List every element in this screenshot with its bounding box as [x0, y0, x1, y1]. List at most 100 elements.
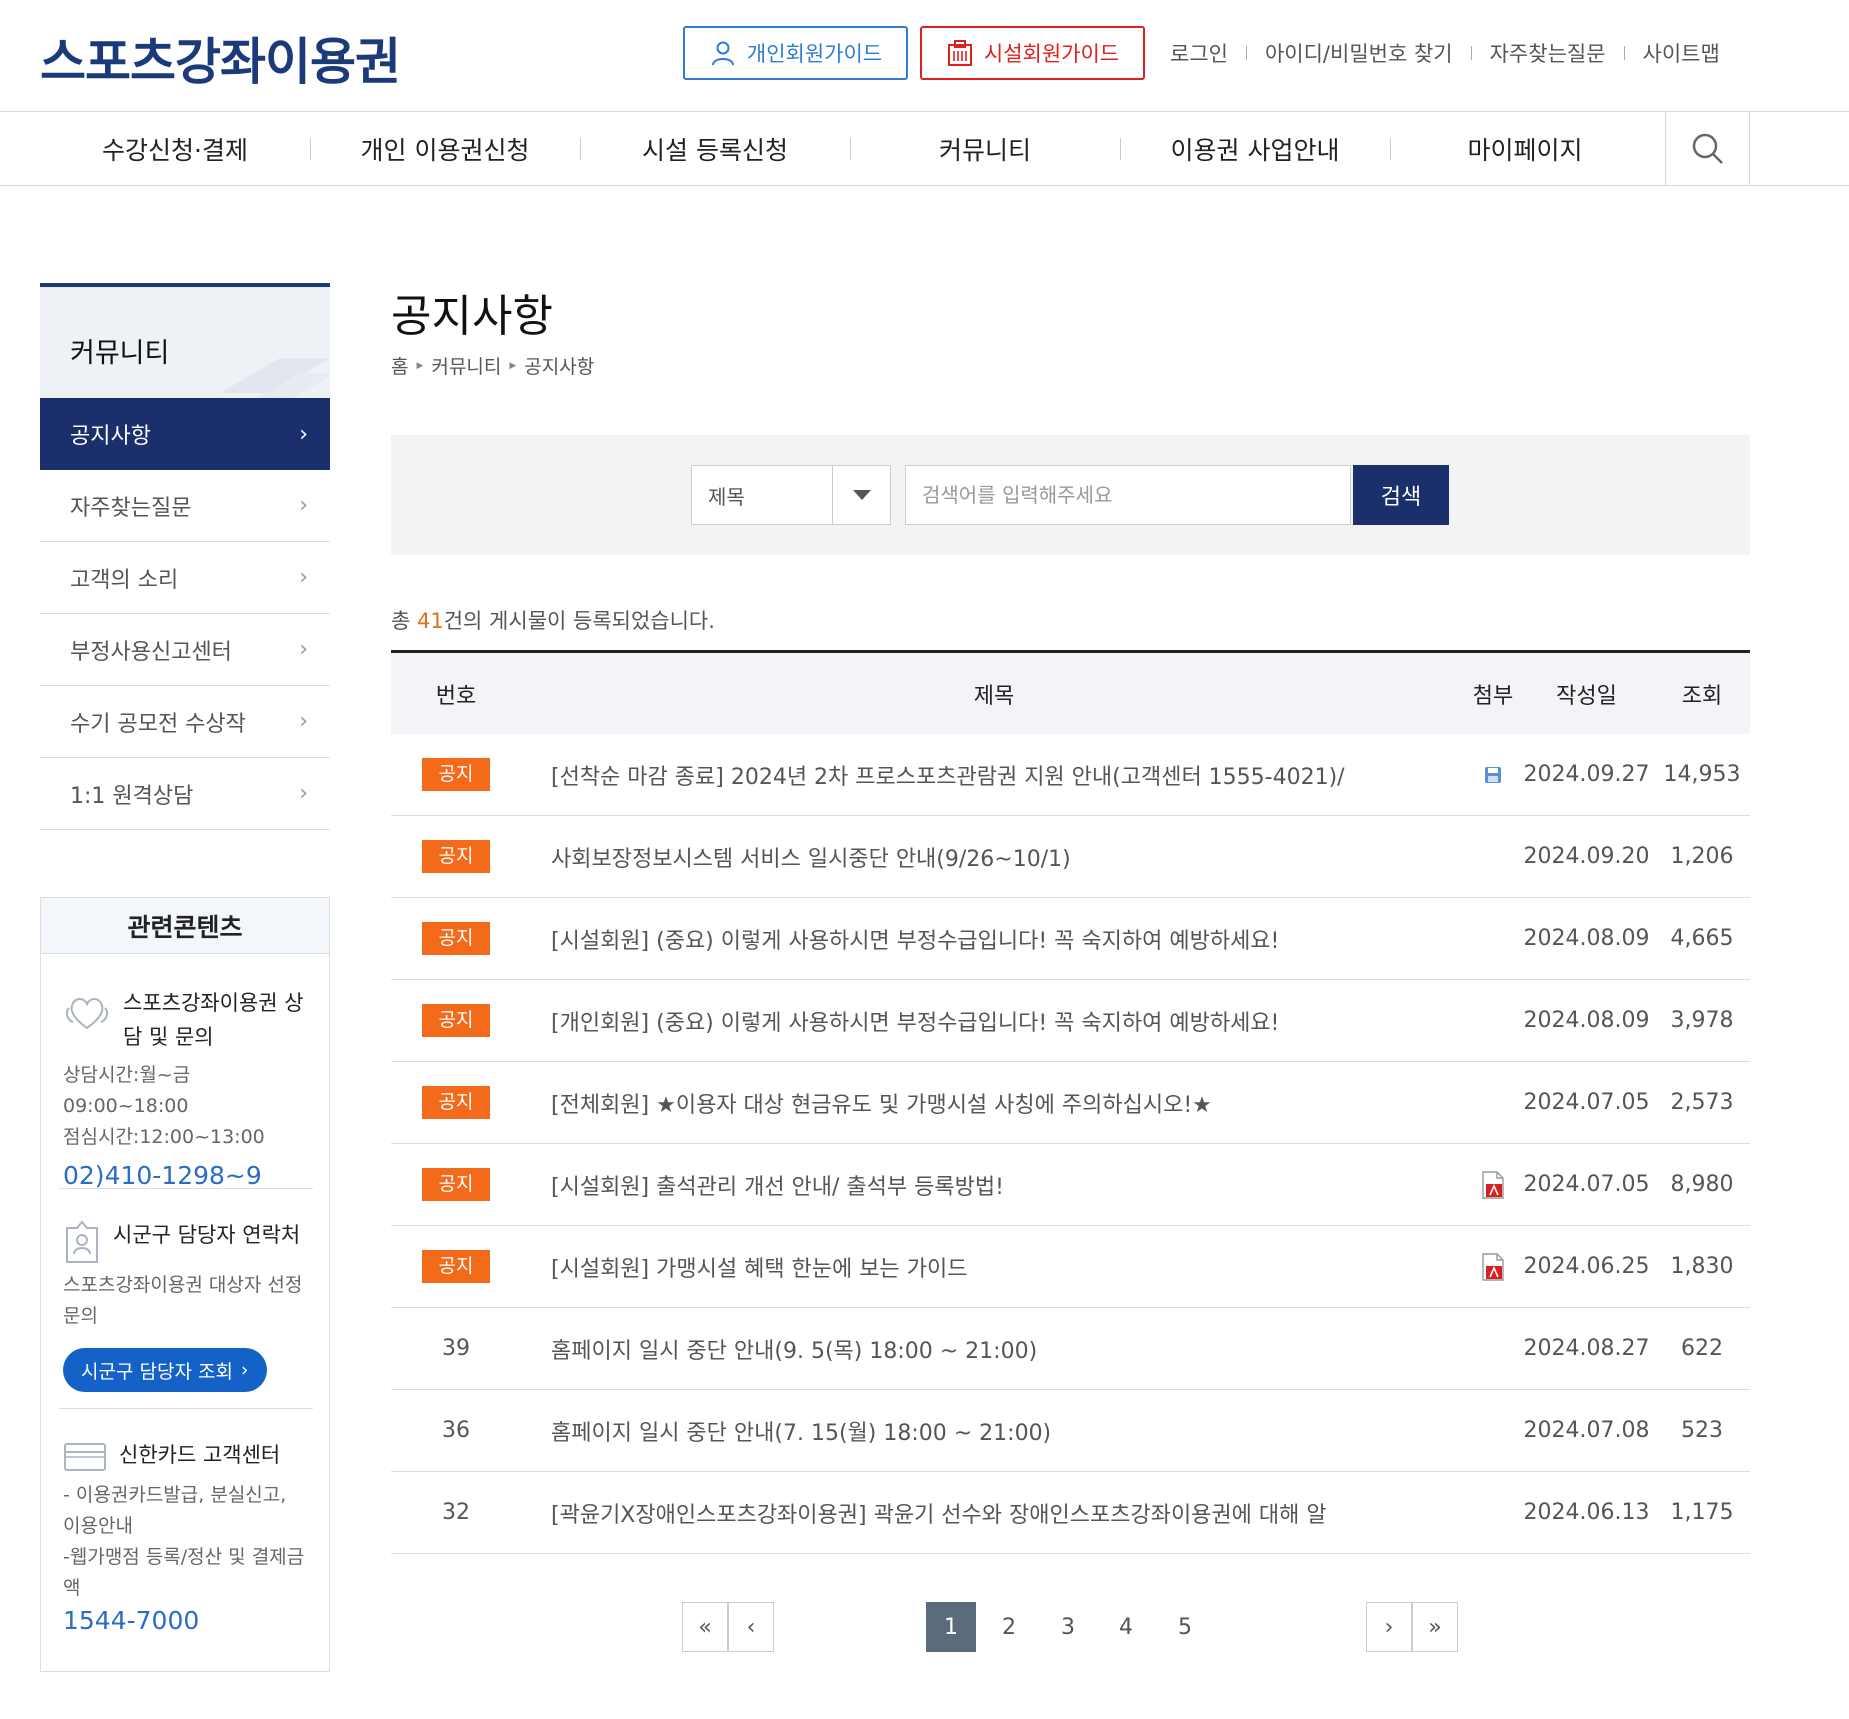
prev-page-button[interactable]: ‹	[728, 1602, 774, 1652]
row-number: 공지	[391, 1168, 521, 1201]
faq-link[interactable]: 자주찾는질문	[1490, 38, 1606, 68]
card-center-desc-1: - 이용권카드발급, 분실신고, 이용안내	[63, 1484, 287, 1537]
personal-guide-button[interactable]: 개인회원가이드	[683, 26, 908, 80]
row-title-link[interactable]: 홈페이지 일시 중단 안내(9. 5(목) 18:00 ~ 21:00)	[521, 1333, 1467, 1365]
consult-phone: 02)410-1298~9	[63, 1161, 262, 1190]
row-views: 4,665	[1670, 926, 1734, 951]
chevron-right-icon: ›	[1384, 1614, 1394, 1640]
col-title: 제목	[973, 683, 1015, 709]
search-icon	[1692, 133, 1723, 164]
breadcrumb-home[interactable]: 홈	[391, 352, 408, 379]
row-title-link[interactable]: [개인회원] (중요) 이렇게 사용하시면 부정수급입니다! 꼭 숙지하여 예방…	[521, 1005, 1467, 1037]
row-date: 2024.08.09	[1523, 926, 1650, 951]
top-bar: 스포츠강좌이용권 개인회원가이드 시설회원가이드 로그인 아이디/비밀번호 찾기…	[0, 0, 1849, 112]
row-title-link[interactable]: [시설회원] 가맹시설 혜택 한눈에 보는 가이드	[521, 1251, 1467, 1283]
table-row[interactable]: 32 [곽윤기X장애인스포츠강좌이용권] 곽윤기 선수와 장애인스포츠강좌이용권에…	[391, 1472, 1750, 1554]
page-5-button[interactable]: 5	[1160, 1602, 1210, 1652]
pagination: « ‹ 1 2 3 4 5 › »	[0, 1602, 1849, 1652]
login-link[interactable]: 로그인	[1170, 38, 1228, 68]
table-row[interactable]: 공지 사회보장정보시스템 서비스 일시중단 안내(9/26~10/1) 2024.0…	[391, 816, 1750, 898]
col-number: 번호	[435, 683, 477, 709]
gnb-item-business-info[interactable]: 이용권 사업안내	[1120, 112, 1390, 186]
side-nav-item-remote-consult[interactable]: 1:1 원격상담 ›	[40, 758, 330, 830]
consult-hours: 상담시간:월~금 09:00~18:00	[63, 1064, 191, 1117]
side-nav-label: 자주찾는질문	[70, 495, 192, 521]
row-number: 공지	[391, 1086, 521, 1119]
table-row[interactable]: 36 홈페이지 일시 중단 안내(7. 15(월) 18:00 ~ 21:00) 2…	[391, 1390, 1750, 1472]
table-row[interactable]: 공지 [시설회원] 가맹시설 혜택 한눈에 보는 가이드 2024.06.25 1,8…	[391, 1226, 1750, 1308]
row-date: 2024.07.08	[1523, 1418, 1650, 1443]
row-number: 공지	[391, 840, 521, 873]
side-nav-item-faq[interactable]: 자주찾는질문 ›	[40, 470, 330, 542]
facility-guide-label: 시설회원가이드	[983, 42, 1120, 66]
consult-title: 스포츠강좌이용권 상담 및 문의	[123, 991, 304, 1049]
page-3-button[interactable]: 3	[1043, 1602, 1093, 1652]
notice-badge: 공지	[422, 840, 490, 873]
local-contact-lookup-button[interactable]: 시군구 담당자 조회 ›	[63, 1348, 267, 1392]
facility-guide-button[interactable]: 시설회원가이드	[920, 26, 1145, 80]
col-date: 작성일	[1556, 683, 1617, 709]
gnb-item-mypage[interactable]: 마이페이지	[1390, 112, 1660, 186]
personal-guide-label: 개인회원가이드	[746, 42, 883, 66]
search-button[interactable]	[1665, 112, 1750, 186]
chevron-right-icon: ›	[299, 709, 308, 734]
total-count: 41	[417, 609, 444, 633]
global-nav: 수강신청·결제 개인 이용권신청 시설 등록신청 커뮤니티 이용권 사업안내 마…	[0, 112, 1849, 186]
row-views: 1,175	[1670, 1500, 1734, 1525]
table-row[interactable]: 39 홈페이지 일시 중단 안내(9. 5(목) 18:00 ~ 21:00) 20…	[391, 1308, 1750, 1390]
notice-badge: 공지	[422, 1086, 490, 1119]
row-views: 1,206	[1670, 844, 1734, 869]
chevron-right-icon: ›	[299, 637, 308, 662]
pdf-icon[interactable]	[1481, 1252, 1505, 1281]
gnb-item-community[interactable]: 커뮤니티	[850, 112, 1120, 186]
side-nav-item-notice[interactable]: 공지사항 ›	[40, 398, 330, 470]
row-title-link[interactable]: 홈페이지 일시 중단 안내(7. 15(월) 18:00 ~ 21:00)	[521, 1415, 1467, 1447]
row-title-link[interactable]: [선착순 마감 종료] 2024년 2차 프로스포츠관람권 지원 안내(고객센터…	[521, 759, 1467, 791]
find-account-link[interactable]: 아이디/비밀번호 찾기	[1265, 38, 1453, 68]
table-row[interactable]: 공지 [개인회원] (중요) 이렇게 사용하시면 부정수급입니다! 꼭 숙지하여 …	[391, 980, 1750, 1062]
table-row[interactable]: 공지 [선착순 마감 종료] 2024년 2차 프로스포츠관람권 지원 안내(고객…	[391, 734, 1750, 816]
table-row[interactable]: 공지 [시설회원] 출석관리 개선 안내/ 출석부 등록방법! 2024.07.05…	[391, 1144, 1750, 1226]
gnb-item-enroll-payment[interactable]: 수강신청·결제	[40, 112, 310, 186]
side-nav-item-essay-awards[interactable]: 수기 공모전 수상작 ›	[40, 686, 330, 758]
file-icon[interactable]	[1484, 766, 1502, 784]
first-page-button[interactable]: «	[682, 1602, 728, 1652]
table-row[interactable]: 공지 [전체회원] ★이용자 대상 현금유도 및 가맹시설 사칭에 주의하십시오!…	[391, 1062, 1750, 1144]
notice-badge: 공지	[422, 1168, 490, 1201]
notice-badge: 공지	[422, 1004, 490, 1037]
building-icon	[947, 40, 972, 66]
side-nav-label: 수기 공모전 수상작	[70, 711, 246, 737]
pdf-icon[interactable]	[1481, 1170, 1505, 1199]
search-field-value: 제목	[708, 484, 745, 509]
double-chevron-left-icon: «	[698, 1614, 712, 1640]
search-submit-button[interactable]: 검색	[1353, 465, 1449, 525]
row-title-link[interactable]: [전체회원] ★이용자 대상 현금유도 및 가맹시설 사칭에 주의하십시오!★	[521, 1087, 1467, 1119]
row-date: 2024.06.25	[1523, 1254, 1650, 1279]
table-row[interactable]: 공지 [시설회원] (중요) 이렇게 사용하시면 부정수급입니다! 꼭 숙지하여 …	[391, 898, 1750, 980]
row-number: 공지	[391, 1004, 521, 1037]
chevron-left-icon: ‹	[746, 1614, 756, 1640]
row-title-link[interactable]: 사회보장정보시스템 서비스 일시중단 안내(9/26~10/1)	[521, 841, 1467, 873]
gnb-item-facility-register[interactable]: 시설 등록신청	[580, 112, 850, 186]
sitemap-link[interactable]: 사이트맵	[1643, 38, 1720, 68]
page-4-button[interactable]: 4	[1101, 1602, 1151, 1652]
chevron-right-icon: ›	[299, 565, 308, 590]
side-nav-item-customer-voice[interactable]: 고객의 소리 ›	[40, 542, 330, 614]
page-2-button[interactable]: 2	[984, 1602, 1034, 1652]
gnb-item-personal-apply[interactable]: 개인 이용권신청	[310, 112, 580, 186]
breadcrumb-community[interactable]: 커뮤니티	[431, 352, 501, 379]
breadcrumb-current: 공지사항	[524, 356, 595, 378]
side-nav-item-misuse-report[interactable]: 부정사용신고센터 ›	[40, 614, 330, 686]
row-title-link[interactable]: [시설회원] 출석관리 개선 안내/ 출석부 등록방법!	[521, 1169, 1467, 1201]
lunch-hours: 점심시간:12:00~13:00	[63, 1126, 265, 1148]
page-1-button[interactable]: 1	[926, 1602, 976, 1652]
last-page-button[interactable]: »	[1412, 1602, 1458, 1652]
search-field-select[interactable]: 제목	[691, 465, 891, 525]
search-input[interactable]	[905, 465, 1351, 525]
next-page-button[interactable]: ›	[1366, 1602, 1412, 1652]
row-views: 523	[1681, 1418, 1723, 1443]
local-contact-lookup-label: 시군구 담당자 조회	[81, 1360, 233, 1383]
row-title-link[interactable]: [시설회원] (중요) 이렇게 사용하시면 부정수급입니다! 꼭 숙지하여 예방…	[521, 923, 1467, 955]
site-logo[interactable]: 스포츠강좌이용권	[40, 22, 401, 94]
row-title-link[interactable]: [곽윤기X장애인스포츠강좌이용권] 곽윤기 선수와 장애인스포츠강좌이용권에 대…	[521, 1497, 1467, 1529]
